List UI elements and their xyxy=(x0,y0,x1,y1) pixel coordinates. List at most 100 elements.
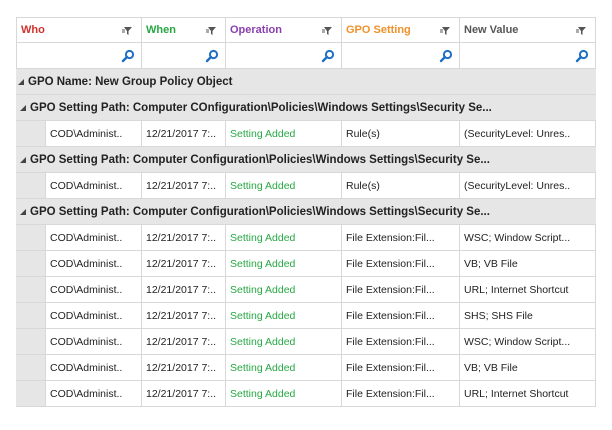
cell-operation: Setting Added xyxy=(226,355,342,380)
cell-setting: File Extension:Fil... xyxy=(342,355,460,380)
cell-who: COD\Administ.. xyxy=(46,225,142,250)
row-indent xyxy=(16,121,46,146)
cell-who: COD\Administ.. xyxy=(46,277,142,302)
row-indent xyxy=(16,173,46,198)
column-header-label: GPO Setting xyxy=(346,24,411,36)
cell-when: 12/21/2017 7:.. xyxy=(142,225,226,250)
group-label: GPO Setting Path: Computer Configuration… xyxy=(30,153,490,166)
cell-setting: File Extension:Fil... xyxy=(342,303,460,328)
column-header-gpo-setting[interactable]: GPO Setting xyxy=(342,18,460,42)
table-row[interactable]: COD\Administ.. 12/21/2017 7:.. Setting Add… xyxy=(16,251,596,277)
cell-setting: File Extension:Fil... xyxy=(342,329,460,354)
collapse-triangle-icon[interactable] xyxy=(20,156,26,163)
group-row-setting-path[interactable]: GPO Setting Path: Computer Configuration… xyxy=(16,147,596,173)
cell-who: COD\Administ.. xyxy=(46,329,142,354)
column-search-cell[interactable] xyxy=(226,43,342,68)
column-search-cell[interactable] xyxy=(142,43,226,68)
cell-who: COD\Administ.. xyxy=(46,251,142,276)
cell-operation: Setting Added xyxy=(226,329,342,354)
group-label: GPO Setting Path: Computer COnfiguration… xyxy=(30,101,492,114)
filter-icon[interactable] xyxy=(321,25,333,36)
filter-icon[interactable] xyxy=(575,25,587,36)
table-row[interactable]: COD\Administ.. 12/21/2017 7:.. Setting Add… xyxy=(16,121,596,147)
column-search-cell[interactable] xyxy=(460,43,596,68)
row-indent xyxy=(16,329,46,354)
cell-operation: Setting Added xyxy=(226,277,342,302)
cell-when: 12/21/2017 7:.. xyxy=(142,381,226,406)
grid-body: GPO Name: New Group Policy Object GPO Set… xyxy=(16,69,596,407)
cell-who: COD\Administ.. xyxy=(46,173,142,198)
cell-value: URL; Internet Shortcut xyxy=(460,277,596,302)
cell-when: 12/21/2017 7:.. xyxy=(142,303,226,328)
row-indent xyxy=(16,277,46,302)
cell-who: COD\Administ.. xyxy=(46,355,142,380)
column-search-cell[interactable] xyxy=(342,43,460,68)
table-row[interactable]: COD\Administ.. 12/21/2017 7:.. Setting Add… xyxy=(16,173,596,199)
cell-setting: File Extension:Fil... xyxy=(342,277,460,302)
row-indent xyxy=(16,225,46,250)
table-row[interactable]: COD\Administ.. 12/21/2017 7:.. Setting Add… xyxy=(16,277,596,303)
collapse-triangle-icon[interactable] xyxy=(18,78,24,85)
column-header-label: Who xyxy=(21,24,45,36)
row-indent xyxy=(16,381,46,406)
cell-when: 12/21/2017 7:.. xyxy=(142,121,226,146)
cell-value: (SecurityLevel: Unres.. xyxy=(460,121,596,146)
cell-operation: Setting Added xyxy=(226,121,342,146)
search-icon[interactable] xyxy=(205,49,219,63)
search-icon[interactable] xyxy=(321,49,335,63)
filter-icon[interactable] xyxy=(205,25,217,36)
row-indent xyxy=(16,303,46,328)
cell-who: COD\Administ.. xyxy=(46,303,142,328)
cell-setting: File Extension:Fil... xyxy=(342,225,460,250)
audit-grid: Who When Operation GPO Setting New Value GPO… xyxy=(16,17,596,407)
cell-value: VB; VB File xyxy=(460,355,596,380)
cell-operation: Setting Added xyxy=(226,173,342,198)
column-header-row: Who When Operation GPO Setting New Value xyxy=(16,17,596,43)
cell-value: VB; VB File xyxy=(460,251,596,276)
row-indent xyxy=(16,355,46,380)
cell-value: URL; Internet Shortcut xyxy=(460,381,596,406)
cell-setting: File Extension:Fil... xyxy=(342,251,460,276)
group-row-setting-path[interactable]: GPO Setting Path: Computer COnfiguration… xyxy=(16,95,596,121)
cell-who: COD\Administ.. xyxy=(46,121,142,146)
cell-operation: Setting Added xyxy=(226,303,342,328)
table-row[interactable]: COD\Administ.. 12/21/2017 7:.. Setting Add… xyxy=(16,329,596,355)
column-header-label: Operation xyxy=(230,24,282,36)
group-row-gpo-name[interactable]: GPO Name: New Group Policy Object xyxy=(16,69,596,95)
cell-setting: File Extension:Fil... xyxy=(342,381,460,406)
cell-when: 12/21/2017 7:.. xyxy=(142,355,226,380)
cell-when: 12/21/2017 7:.. xyxy=(142,277,226,302)
cell-when: 12/21/2017 7:.. xyxy=(142,251,226,276)
table-row[interactable]: COD\Administ.. 12/21/2017 7:.. Setting Add… xyxy=(16,381,596,407)
collapse-triangle-icon[interactable] xyxy=(20,208,26,215)
table-row[interactable]: COD\Administ.. 12/21/2017 7:.. Setting Add… xyxy=(16,355,596,381)
cell-operation: Setting Added xyxy=(226,225,342,250)
filter-icon[interactable] xyxy=(121,25,133,36)
search-icon[interactable] xyxy=(121,49,135,63)
column-header-operation[interactable]: Operation xyxy=(226,18,342,42)
column-header-new-value[interactable]: New Value xyxy=(460,18,596,42)
cell-setting: Rule(s) xyxy=(342,173,460,198)
cell-operation: Setting Added xyxy=(226,381,342,406)
group-label: GPO Name: New Group Policy Object xyxy=(28,75,233,88)
cell-value: SHS; SHS File xyxy=(460,303,596,328)
search-icon[interactable] xyxy=(439,49,453,63)
column-header-label: When xyxy=(146,24,176,36)
filter-icon[interactable] xyxy=(439,25,451,36)
group-row-setting-path[interactable]: GPO Setting Path: Computer Configuration… xyxy=(16,199,596,225)
column-header-who[interactable]: Who xyxy=(16,18,142,42)
cell-setting: Rule(s) xyxy=(342,121,460,146)
column-header-label: New Value xyxy=(464,24,519,36)
cell-value: WSC; Window Script... xyxy=(460,329,596,354)
collapse-triangle-icon[interactable] xyxy=(20,104,26,111)
table-row[interactable]: COD\Administ.. 12/21/2017 7:.. Setting Add… xyxy=(16,303,596,329)
cell-when: 12/21/2017 7:.. xyxy=(142,173,226,198)
column-search-cell[interactable] xyxy=(16,43,142,68)
column-header-when[interactable]: When xyxy=(142,18,226,42)
search-icon[interactable] xyxy=(575,49,589,63)
column-search-row xyxy=(16,43,596,69)
cell-who: COD\Administ.. xyxy=(46,381,142,406)
cell-when: 12/21/2017 7:.. xyxy=(142,329,226,354)
group-label: GPO Setting Path: Computer Configuration… xyxy=(30,205,490,218)
table-row[interactable]: COD\Administ.. 12/21/2017 7:.. Setting Add… xyxy=(16,225,596,251)
